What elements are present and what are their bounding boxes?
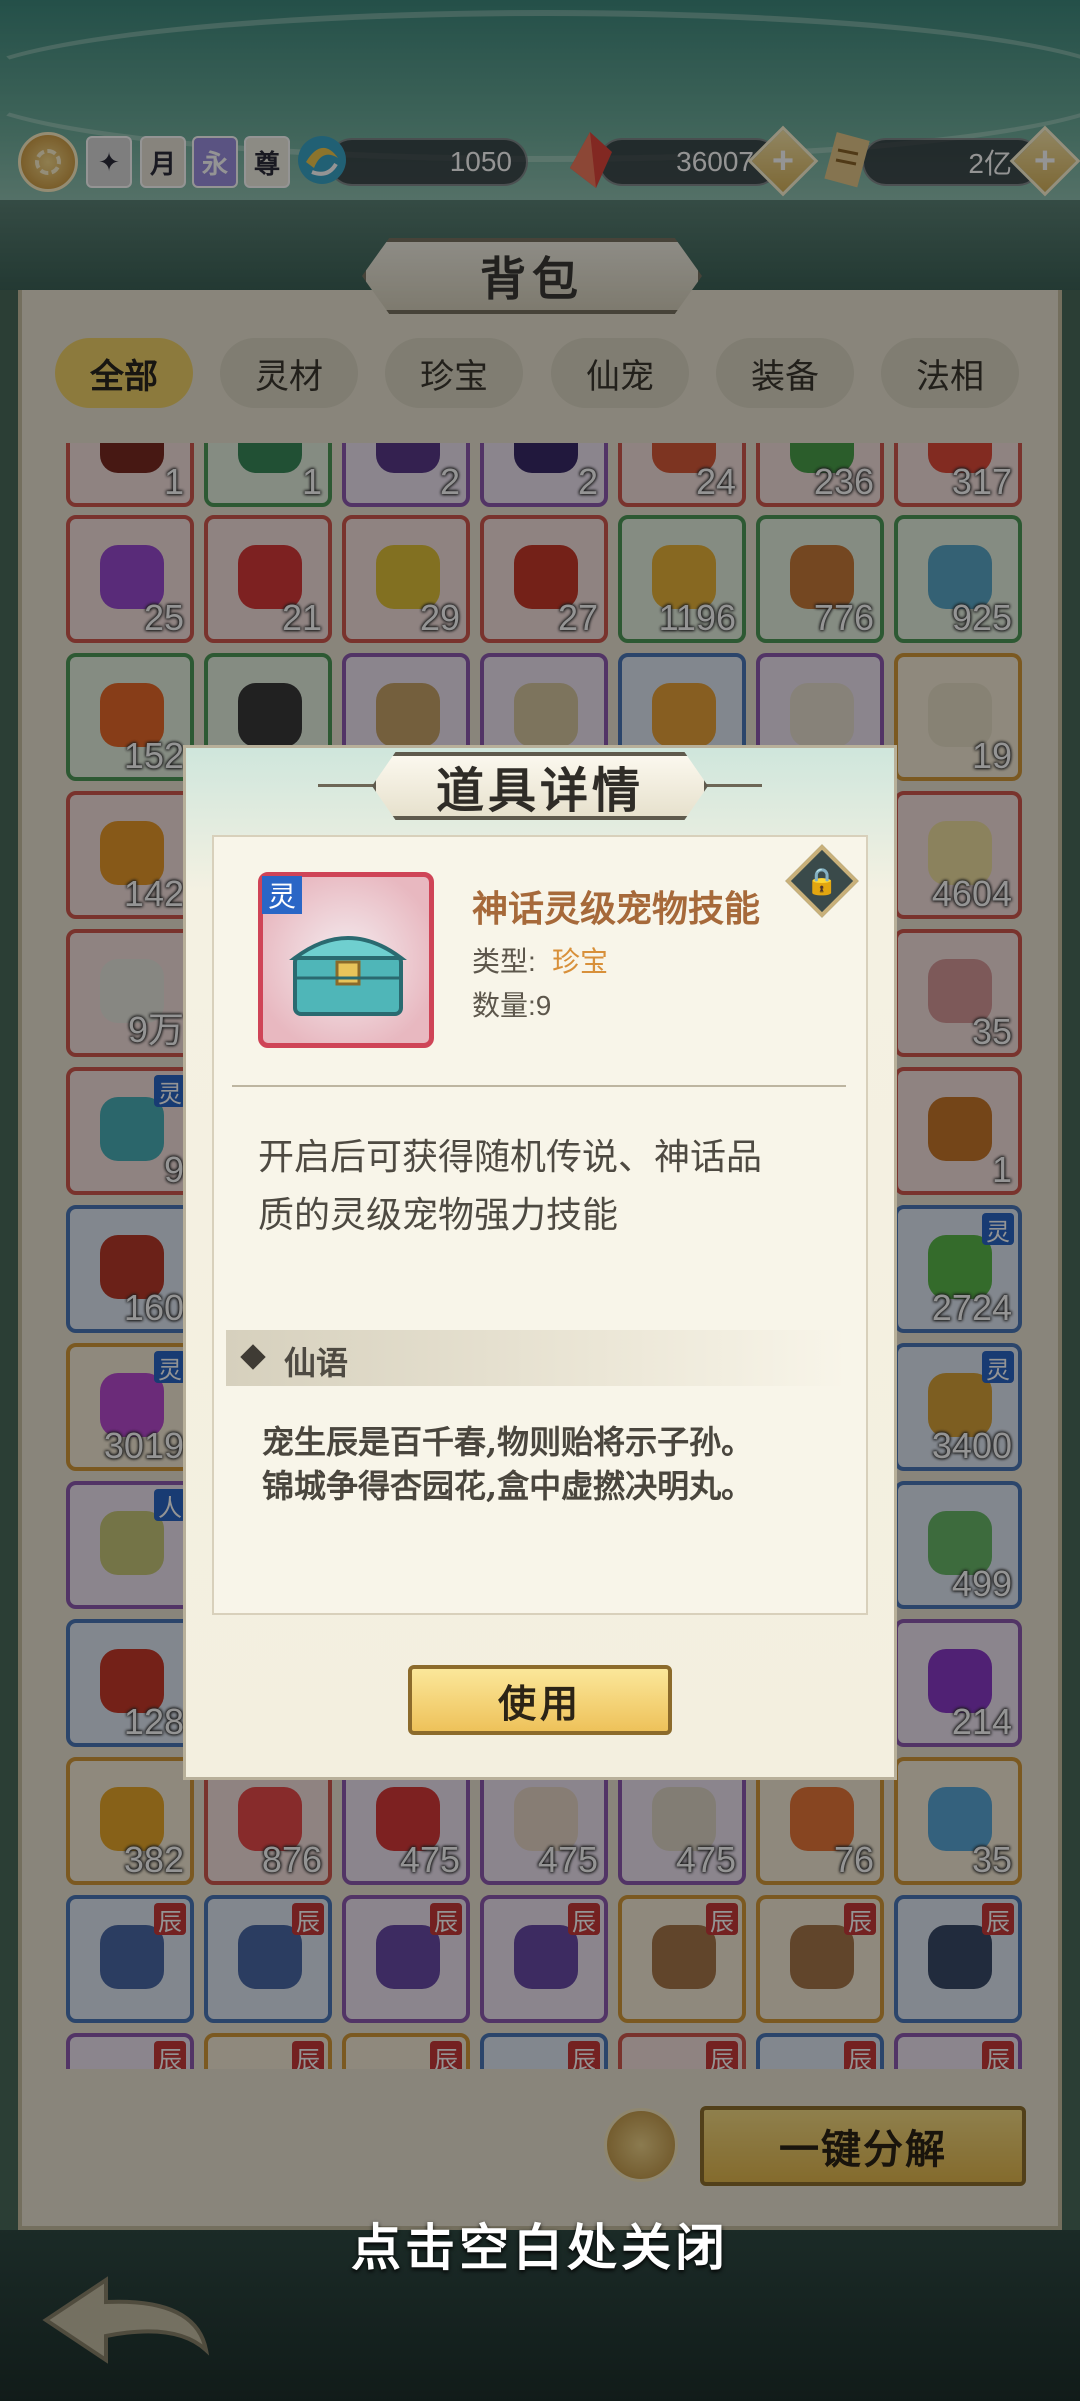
item-name: 神话灵级宠物技能 (472, 888, 761, 929)
lore-line-2: 锦城争得杏园花,盒中虚撚决明丸。 (262, 1467, 754, 1505)
title-ornament-right (702, 784, 762, 787)
info-divider (232, 1085, 846, 1087)
item-type-label: 类型: (472, 946, 536, 977)
item-type-value: 珍宝 (552, 946, 609, 977)
lore-text: 宠生辰是百千春,物则贻将示子孙。 锦城争得杏园花,盒中虚撚决明丸。 (262, 1420, 832, 1508)
item-quantity: 数量:9 (472, 990, 552, 1021)
title-ornament-left (318, 784, 378, 787)
item-description: 开启后可获得随机传说、神话品质的灵级宠物强力技能 (258, 1136, 763, 1235)
tap-to-close-hint: 点击空白处关闭 (351, 2220, 729, 2276)
dialog-title: 道具详情 (372, 752, 708, 820)
use-item-button[interactable]: 使用 (408, 1665, 672, 1735)
treasure-chest-icon (289, 936, 407, 1016)
lore-line-1: 宠生辰是百千春,物则贻将示子孙。 (262, 1423, 754, 1461)
spirit-grade-tag: 灵 (262, 876, 302, 914)
lore-title: 仙语 (284, 1345, 349, 1381)
